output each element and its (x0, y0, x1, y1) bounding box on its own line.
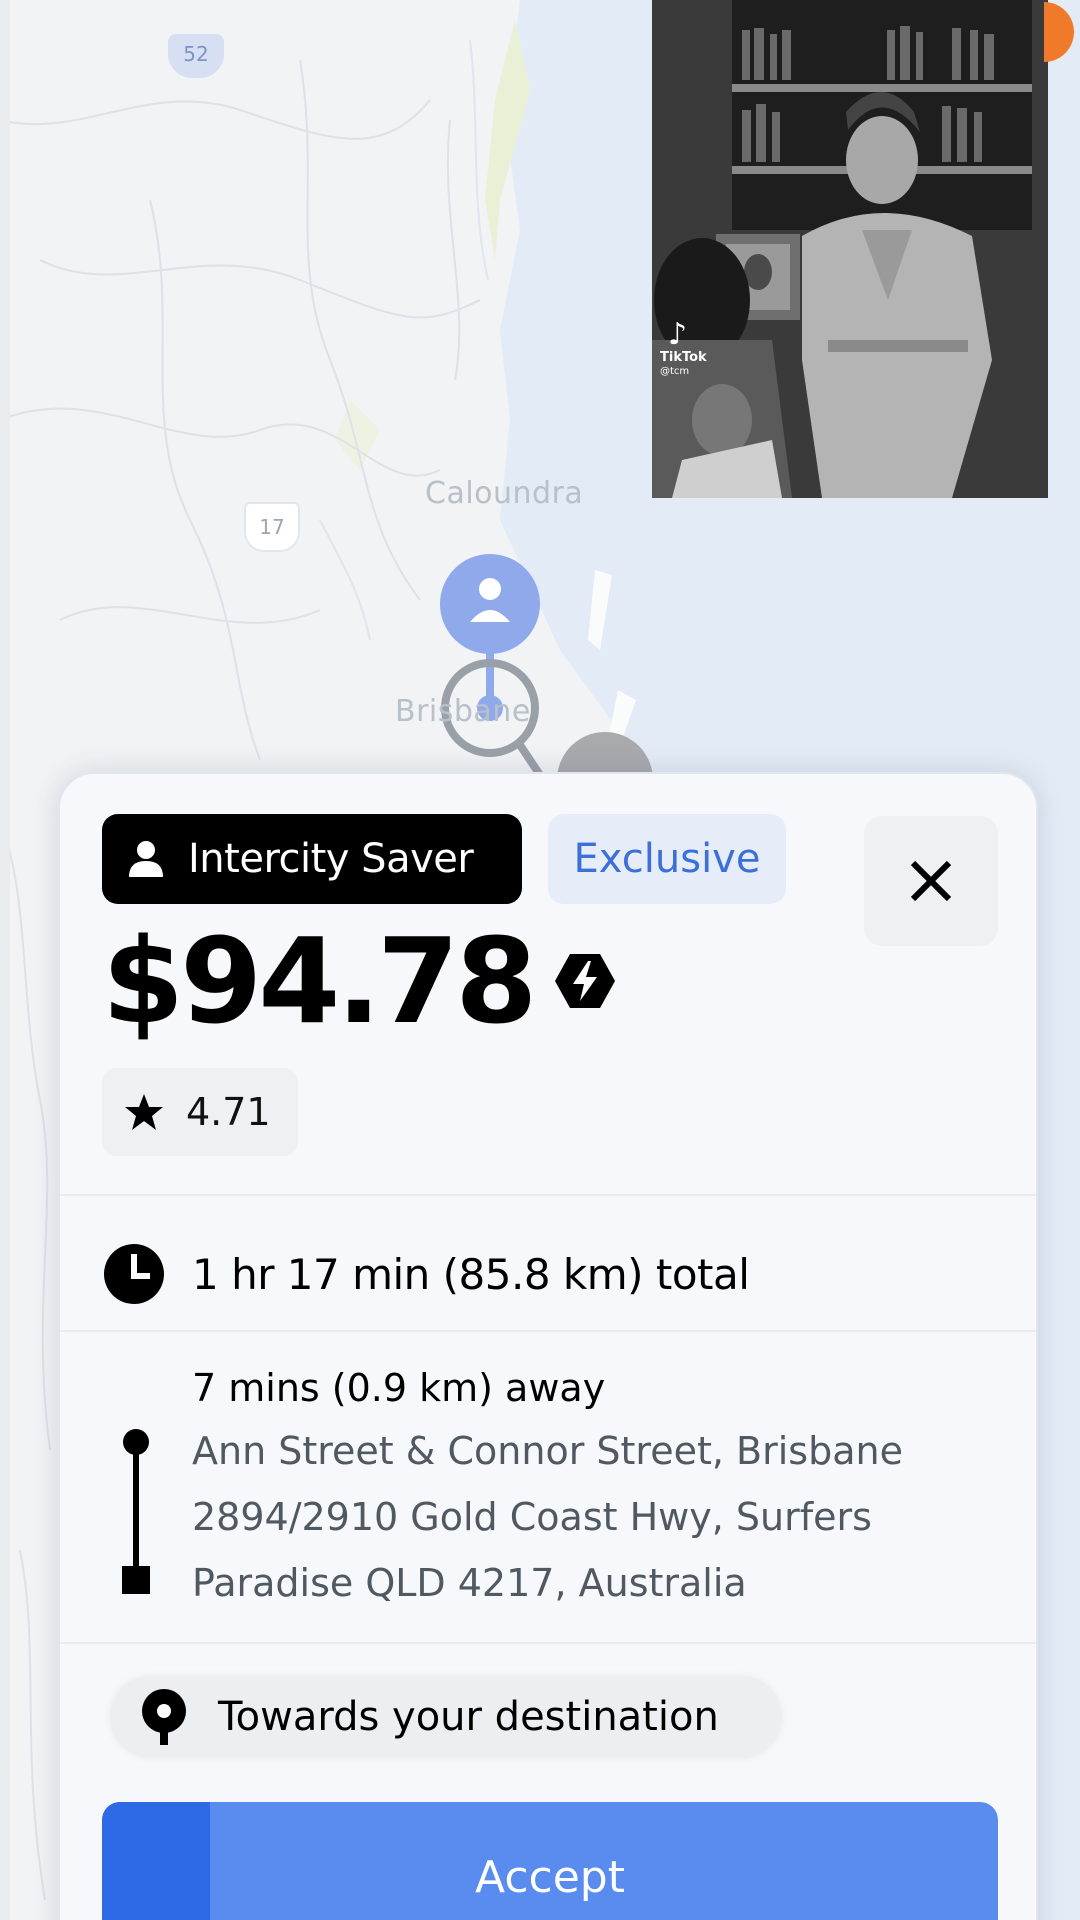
dropoff-address-line: 2894/2910 Gold Coast Hwy, Surfers (192, 1495, 872, 1539)
surge-icon (555, 954, 616, 1008)
rider-rating-chip: 4.71 (102, 1068, 298, 1156)
map-place-label: Brisbane (395, 694, 531, 729)
pickup-address: Ann Street & Connor Street, Brisbane (192, 1429, 903, 1473)
driver-app-screen: Caloundra Brisbane 52 17 ♪ TikTok @tcm I… (0, 0, 1080, 1920)
dropoff-address-line: Paradise QLD 4217, Australia (192, 1561, 747, 1605)
rider-rating: 4.71 (186, 1090, 271, 1134)
location-pin-icon (142, 1689, 186, 1745)
route-shield: 17 (244, 502, 300, 552)
tiktok-brand: TikTok (660, 350, 707, 365)
destination-hint-chip: Towards your destination (110, 1676, 782, 1758)
trip-offer-card: Intercity Saver Exclusive $94.78 4.71 1 … (58, 772, 1038, 1920)
accept-label: Accept (475, 1851, 625, 1903)
exclusive-badge: Exclusive (548, 814, 786, 904)
accept-button[interactable]: Accept (102, 1802, 998, 1920)
destination-hint: Towards your destination (218, 1694, 719, 1740)
divider (60, 1642, 1036, 1644)
divider (60, 1330, 1036, 1332)
fare-row: $94.78 (102, 912, 616, 1050)
clock-icon (104, 1244, 164, 1304)
video-overlay[interactable]: ♪ TikTok @tcm (652, 0, 1048, 498)
tiktok-watermark: ♪ TikTok @tcm (660, 320, 707, 378)
service-type-badge: Intercity Saver (102, 814, 522, 904)
video-frame (652, 0, 1048, 498)
trip-total-row: 1 hr 17 min (85.8 km) total (102, 1234, 750, 1314)
route-shield: 52 (168, 34, 224, 78)
tiktok-handle: @tcm (660, 366, 690, 377)
tiktok-logo-icon: ♪ (668, 317, 688, 352)
service-type-label: Intercity Saver (188, 836, 474, 882)
person-icon (129, 841, 163, 877)
route-line-icon (122, 1429, 150, 1594)
star-icon (125, 1094, 163, 1130)
map-place-label: Caloundra (425, 476, 584, 511)
divider (60, 1194, 1036, 1196)
trip-total: 1 hr 17 min (85.8 km) total (192, 1249, 750, 1299)
pickup-eta: 7 mins (0.9 km) away (192, 1366, 606, 1410)
fare-price: $94.78 (102, 912, 537, 1050)
close-button[interactable] (864, 816, 998, 946)
close-icon (910, 860, 952, 902)
